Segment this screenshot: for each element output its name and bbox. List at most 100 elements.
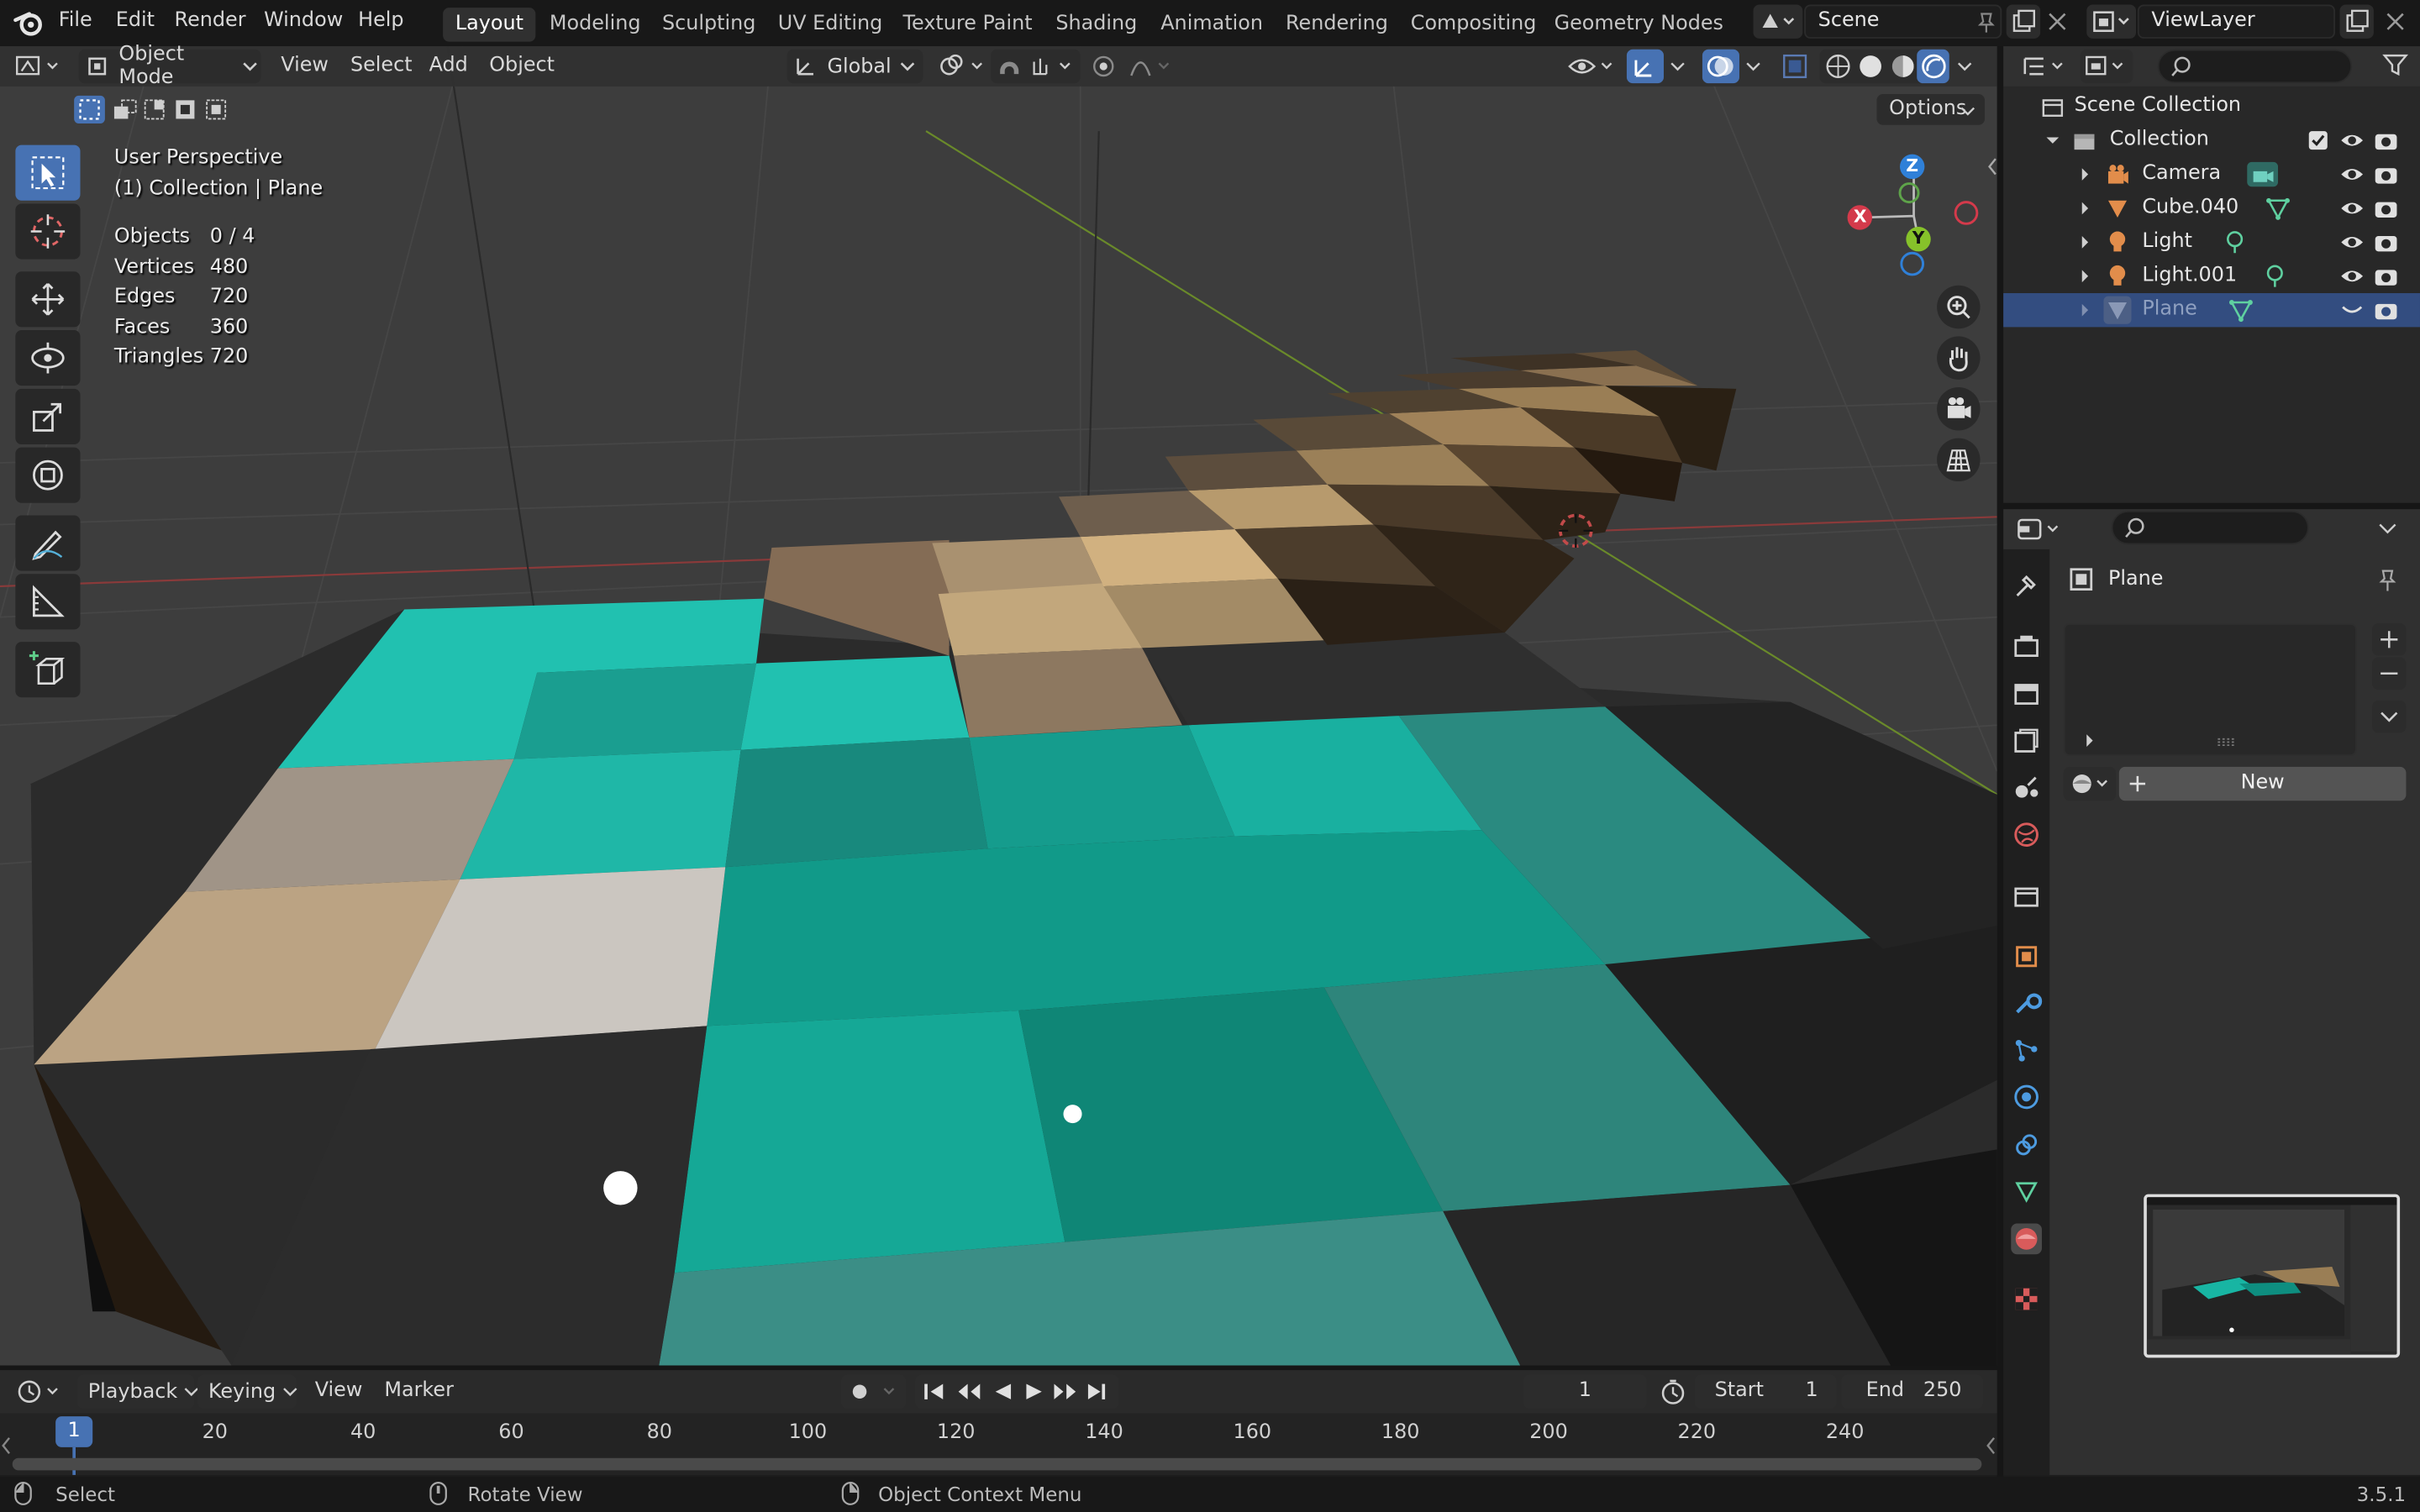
move-tool[interactable]: [15, 271, 81, 328]
playhead-frame-indicator[interactable]: 1: [55, 1416, 93, 1447]
menu-window[interactable]: Window: [264, 9, 343, 33]
tab-layout[interactable]: Layout: [443, 8, 536, 42]
timeline-menu-marker[interactable]: Marker: [384, 1379, 454, 1403]
new-scene-button[interactable]: [2006, 4, 2041, 39]
transform-tool[interactable]: [15, 447, 81, 503]
outliner-item-plane[interactable]: Plane: [2003, 292, 2420, 328]
preview-range-icon[interactable]: [1658, 1378, 1689, 1411]
end-frame-field[interactable]: End 250: [1841, 1374, 1984, 1409]
properties-editor-type-icon[interactable]: [2014, 514, 2066, 551]
menu-file[interactable]: File: [59, 9, 92, 33]
output-tab[interactable]: [2011, 679, 2042, 710]
view-layer-name-field[interactable]: ViewLayer: [2137, 4, 2335, 39]
pin-icon[interactable]: [2377, 568, 2399, 599]
select-subtract-icon[interactable]: [144, 99, 165, 120]
timeline-left-arrow-icon[interactable]: [0, 1435, 13, 1462]
menu-edit[interactable]: Edit: [116, 9, 155, 33]
properties-options-icon[interactable]: [2377, 517, 2399, 544]
timeline-scrollbar[interactable]: [12, 1457, 1982, 1471]
shading-dropdown-icon[interactable]: [1954, 52, 1975, 86]
checkbox-checked-icon[interactable]: [2307, 129, 2329, 151]
add-cube-tool[interactable]: [15, 642, 81, 698]
render-camera-icon[interactable]: [2374, 299, 2398, 321]
world-tab[interactable]: [2011, 819, 2042, 850]
render-camera-icon[interactable]: [2374, 265, 2398, 287]
eye-icon[interactable]: [2339, 232, 2364, 254]
eye-icon[interactable]: [2339, 164, 2364, 186]
area-divider-vertical[interactable]: [1996, 46, 2004, 1477]
pivot-point-icon[interactable]: [935, 52, 991, 86]
view-layer-tab[interactable]: [2011, 725, 2042, 756]
new-material-button[interactable]: New: [2118, 766, 2407, 801]
gizmo-toggle[interactable]: [1626, 49, 1664, 84]
scene-tab[interactable]: [2011, 771, 2042, 802]
select-extend-icon[interactable]: [113, 99, 137, 119]
expand-down-icon[interactable]: [2045, 133, 2060, 148]
tab-rendering[interactable]: Rendering: [1273, 8, 1400, 41]
tab-shading[interactable]: Shading: [1044, 8, 1150, 41]
texture-tab[interactable]: [2011, 1284, 2042, 1315]
menu-help[interactable]: Help: [358, 9, 403, 33]
play-icon[interactable]: [1026, 1383, 1042, 1399]
tab-texture-paint[interactable]: Texture Paint: [891, 8, 1044, 41]
zoom-view-button[interactable]: [1937, 285, 1981, 329]
proportional-editing-icon[interactable]: [1088, 52, 1175, 86]
timeline-right-arrow-icon[interactable]: [1985, 1435, 1997, 1462]
jump-to-end-icon[interactable]: [1087, 1383, 1106, 1399]
current-frame-field[interactable]: 1: [1523, 1374, 1647, 1409]
tab-geometry-nodes[interactable]: Geometry Nodes: [1542, 8, 1736, 41]
visibility-selectability-icon[interactable]: [1566, 52, 1618, 86]
resize-handle-icon[interactable]: [2217, 738, 2238, 747]
outliner-item-camera[interactable]: Camera: [2003, 157, 2420, 191]
modifiers-tab[interactable]: [2011, 988, 2043, 1019]
transform-orientation-dropdown[interactable]: Global: [786, 49, 923, 84]
browse-material-button[interactable]: [2063, 766, 2117, 801]
jump-to-start-icon[interactable]: [924, 1383, 944, 1399]
expand-right-icon[interactable]: [2077, 302, 2092, 318]
menu-select[interactable]: Select: [350, 54, 413, 77]
timeline-editor-type-icon[interactable]: [14, 1378, 66, 1411]
camera-view-button[interactable]: [1937, 387, 1981, 431]
material-shading-icon[interactable]: [1891, 55, 1914, 77]
rotate-tool[interactable]: [15, 330, 81, 386]
snap-toggle[interactable]: [991, 49, 1081, 84]
select-invert-icon[interactable]: [176, 100, 195, 119]
expand-right-icon[interactable]: [2077, 166, 2092, 181]
constraints-tab[interactable]: [2011, 1129, 2042, 1160]
render-tab[interactable]: [2011, 631, 2042, 662]
particles-tab[interactable]: [2011, 1035, 2042, 1066]
render-camera-icon[interactable]: [2374, 164, 2398, 186]
outliner-item-light[interactable]: Light: [2003, 225, 2420, 259]
play-reverse-icon[interactable]: [995, 1383, 1012, 1399]
scene-name-field[interactable]: Scene: [1804, 4, 2002, 39]
render-camera-icon[interactable]: [2374, 129, 2398, 151]
mode-dropdown[interactable]: Object Mode: [78, 43, 261, 90]
render-camera-icon[interactable]: [2374, 197, 2398, 219]
tab-compositing[interactable]: Compositing: [1398, 8, 1549, 41]
close-scene-icon[interactable]: [2047, 11, 2069, 39]
gizmo-dropdown-icon[interactable]: [1667, 52, 1689, 86]
eye-icon[interactable]: [2339, 197, 2364, 219]
wireframe-shading-icon[interactable]: [1826, 54, 1850, 79]
properties-search-input[interactable]: [2111, 510, 2309, 545]
outliner-search-input[interactable]: [2157, 49, 2353, 84]
jump-to-keyframe-forward-icon[interactable]: [1054, 1383, 1076, 1399]
material-slot-list[interactable]: [2063, 623, 2357, 756]
pin-icon[interactable]: [1977, 11, 1996, 39]
outliner-scene-collection[interactable]: Scene Collection: [2003, 90, 2420, 123]
pan-view-button[interactable]: [1937, 336, 1981, 380]
blender-logo-icon[interactable]: [13, 9, 45, 43]
annotate-tool[interactable]: [15, 515, 81, 571]
new-view-layer-button[interactable]: [2339, 4, 2374, 39]
area-divider-horizontal[interactable]: [2003, 502, 2420, 510]
outliner-editor-type-icon[interactable]: [2020, 52, 2072, 86]
start-frame-field[interactable]: Start 1: [1694, 1374, 1837, 1409]
render-camera-icon[interactable]: [2374, 232, 2398, 254]
auto-keying-toggle[interactable]: [841, 1374, 907, 1409]
close-view-layer-icon[interactable]: [2385, 11, 2407, 39]
remove-slot-button[interactable]: [2372, 657, 2407, 690]
display-mode-button[interactable]: [2080, 49, 2133, 84]
solid-shading-icon[interactable]: [1860, 55, 1881, 77]
select-box-tool[interactable]: [15, 144, 81, 201]
tab-animation[interactable]: Animation: [1149, 8, 1276, 41]
